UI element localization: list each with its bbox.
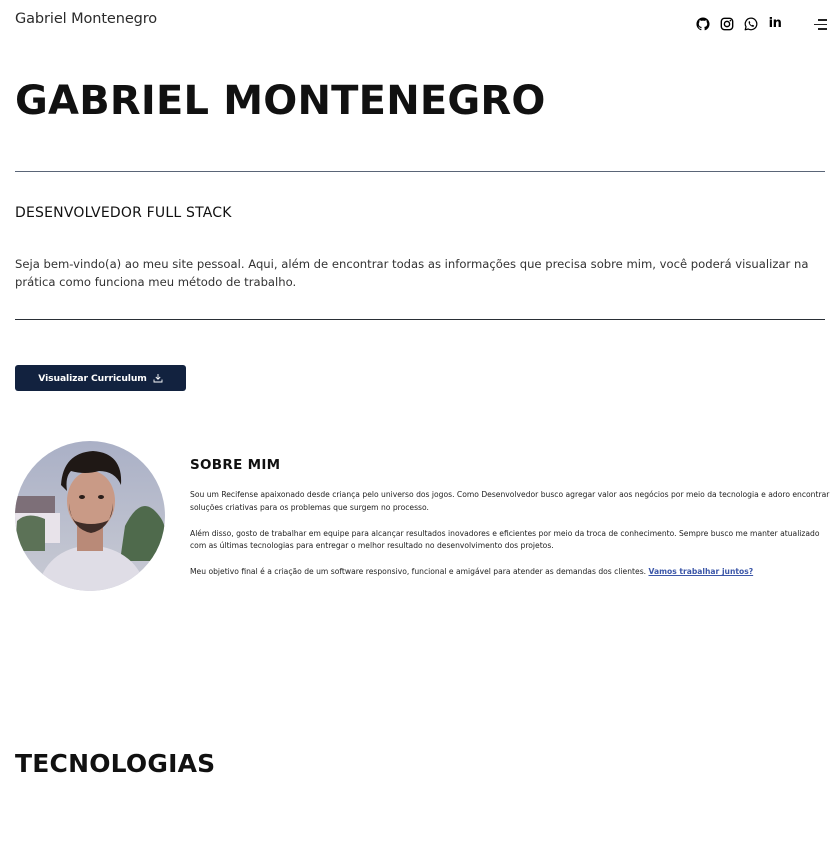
instagram-icon[interactable]: [719, 16, 735, 32]
social-links: in: [695, 16, 791, 32]
view-curriculum-label: Visualizar Curriculum: [38, 372, 147, 384]
about-paragraph-text: Meu objetivo final é a criação de um sof…: [190, 567, 647, 577]
divider: [15, 171, 825, 172]
about-paragraph: Além disso, gosto de trabalhar em equipe…: [190, 528, 820, 551]
download-icon: [153, 374, 163, 383]
divider: [15, 319, 825, 320]
brand-name[interactable]: Gabriel Montenegro: [15, 11, 157, 27]
linkedin-label: in: [768, 16, 782, 31]
view-curriculum-button[interactable]: Visualizar Curriculum: [15, 365, 186, 391]
page-title: GABRIEL MONTENEGRO: [15, 78, 546, 124]
about-paragraph: Meu objetivo final é a criação de um sof…: [190, 566, 830, 579]
role-subtitle: DESENVOLVEDOR FULL STACK: [15, 205, 232, 221]
work-together-link[interactable]: Vamos trabalhar juntos?: [648, 567, 753, 576]
about-paragraph: Sou um Recifense apaixonado desde crianç…: [190, 490, 830, 512]
intro-text: Seja bem-vindo(a) ao meu site pessoal. A…: [15, 257, 809, 289]
whatsapp-icon[interactable]: [743, 16, 759, 32]
about-heading: SOBRE MIM: [190, 457, 281, 473]
top-navbar: Gabriel Montenegro in: [15, 10, 827, 40]
linkedin-icon[interactable]: in: [767, 16, 783, 32]
hamburger-menu-icon[interactable]: [813, 17, 827, 31]
github-icon[interactable]: [695, 16, 711, 32]
technologies-heading: TECNOLOGIAS: [15, 749, 216, 778]
profile-photo: [15, 441, 165, 591]
about-text: Sou um Recifense apaixonado desde crianç…: [190, 489, 830, 592]
